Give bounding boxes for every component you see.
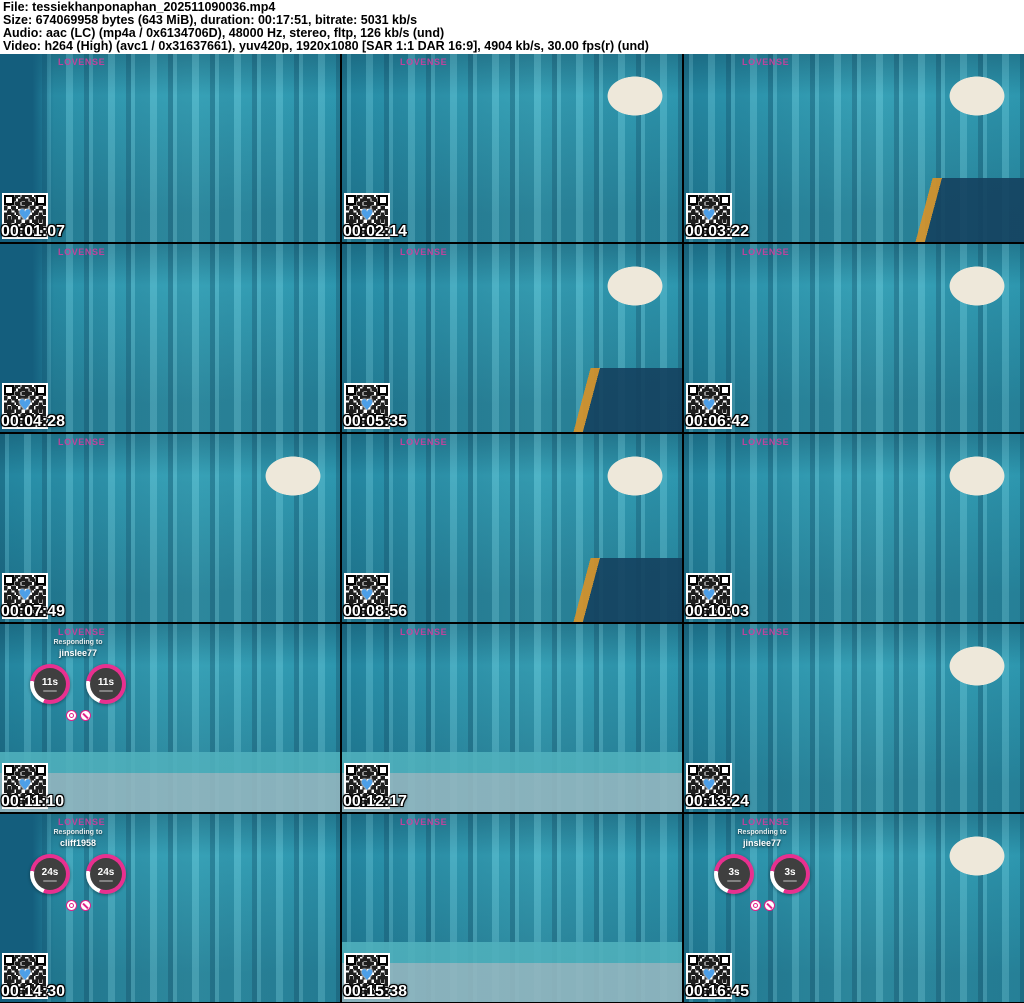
timestamp-label: 00:12:17	[343, 793, 408, 810]
timestamp-label: 00:01:07	[1, 223, 66, 240]
responding-label: Responding to	[53, 829, 103, 836]
responding-label: Responding to	[737, 829, 787, 836]
thumbnail-grid: LOVENSE ♥ 00:01:07 LOVENSE ♥ 00:02:14 LOVENSE ♥…	[0, 54, 1024, 1002]
lovense-mute-icon	[763, 900, 775, 911]
timer-badges: 24s 24s	[30, 854, 126, 894]
timer-seconds: 24s	[90, 858, 122, 890]
responding-username: jinslee77	[58, 648, 98, 658]
timer-seconds: 11s	[90, 668, 122, 700]
video-thumbnail: LOVENSE ♥ 00:01:07	[0, 54, 340, 242]
heart-icon: ♥	[702, 965, 716, 984]
video-thumbnail: LOVENSE ♥ 00:02:14	[342, 54, 682, 242]
video-thumbnail: LOVENSE Responding to jinslee77 11s 11s ♥ 00:1…	[0, 624, 340, 812]
video-thumbnail: LOVENSE ♥ 00:10:03	[684, 434, 1024, 622]
heart-icon: ♥	[18, 965, 32, 984]
timestamp-label: 00:02:14	[343, 223, 408, 240]
timer-seconds: 3s	[774, 858, 806, 890]
lovense-watermark: LOVENSE	[400, 817, 448, 827]
lovense-watermark: LOVENSE	[400, 57, 448, 67]
lovense-target-icon	[65, 900, 77, 911]
media-info-header: File: tessiekhanponaphan_202511090036.mp…	[0, 0, 1024, 54]
lovense-timer-badge: 3s	[714, 854, 754, 894]
video-thumbnail: LOVENSE ♥ 00:13:24	[684, 624, 1024, 812]
mini-icons	[749, 900, 775, 911]
heart-icon: ♥	[702, 775, 716, 794]
heart-icon: ♥	[18, 775, 32, 794]
video-thumbnail: LOVENSE Responding to cliff1958 24s 24s ♥ 00:1…	[0, 814, 340, 1002]
timer-seconds: 24s	[34, 858, 66, 890]
video-thumbnail: LOVENSE ♥ 00:03:22	[684, 54, 1024, 242]
lovense-watermark: LOVENSE	[58, 247, 106, 257]
lovense-watermark: LOVENSE	[400, 627, 448, 637]
mini-icons	[65, 900, 91, 911]
video-thumbnail: LOVENSE ♥ 00:15:38	[342, 814, 682, 1002]
timestamp-label: 00:04:28	[1, 413, 66, 430]
video-info-line: Video: h264 (High) (avc1 / 0x31637661), …	[3, 39, 649, 53]
lovense-target-icon	[749, 900, 761, 911]
lovense-watermark: LOVENSE	[58, 817, 106, 827]
timestamp-label: 00:07:49	[1, 603, 66, 620]
lovense-watermark: LOVENSE	[400, 437, 448, 447]
timestamp-label: 00:15:38	[343, 983, 408, 1000]
lovense-watermark: LOVENSE	[742, 627, 790, 637]
lovense-watermark: LOVENSE	[400, 247, 448, 257]
heart-icon: ♥	[360, 965, 374, 984]
video-thumbnail: LOVENSE ♥ 00:07:49	[0, 434, 340, 622]
lovense-overlay: Responding to jinslee77 11s 11s	[8, 639, 148, 721]
heart-icon: ♥	[360, 205, 374, 224]
timestamp-label: 00:16:45	[685, 983, 750, 1000]
lovense-timer-badge: 24s	[86, 854, 126, 894]
lovense-watermark: LOVENSE	[58, 627, 106, 637]
lovense-mute-icon	[79, 710, 91, 721]
heart-icon: ♥	[360, 775, 374, 794]
responding-username: jinslee77	[742, 838, 782, 848]
lovense-watermark: LOVENSE	[742, 57, 790, 67]
heart-icon: ♥	[360, 395, 374, 414]
lovense-timer-badge: 24s	[30, 854, 70, 894]
timestamp-label: 00:10:03	[685, 603, 750, 620]
heart-icon: ♥	[360, 585, 374, 604]
lovense-target-icon	[65, 710, 77, 721]
responding-username: cliff1958	[59, 838, 97, 848]
timestamp-label: 00:08:56	[343, 603, 408, 620]
timestamp-label: 00:14:30	[1, 983, 66, 1000]
lovense-timer-badge: 11s	[30, 664, 70, 704]
video-thumbnail: LOVENSE Responding to jinslee77 3s 3s ♥ 00:16:…	[684, 814, 1024, 1002]
video-thumbnail: LOVENSE ♥ 00:05:35	[342, 244, 682, 432]
heart-icon: ♥	[702, 205, 716, 224]
heart-icon: ♥	[18, 205, 32, 224]
heart-icon: ♥	[18, 395, 32, 414]
lovense-overlay: Responding to cliff1958 24s 24s	[8, 829, 148, 911]
timestamp-label: 00:11:10	[1, 793, 65, 810]
lovense-watermark: LOVENSE	[742, 247, 790, 257]
lovense-watermark: LOVENSE	[742, 437, 790, 447]
timer-badges: 11s 11s	[30, 664, 126, 704]
video-thumbnail: LOVENSE ♥ 00:12:17	[342, 624, 682, 812]
lovense-overlay: Responding to jinslee77 3s 3s	[692, 829, 832, 911]
timestamp-label: 00:03:22	[685, 223, 750, 240]
lovense-watermark: LOVENSE	[58, 57, 106, 67]
timer-badges: 3s 3s	[714, 854, 810, 894]
heart-icon: ♥	[702, 585, 716, 604]
video-thumbnail: LOVENSE ♥ 00:04:28	[0, 244, 340, 432]
video-thumbnail: LOVENSE ♥ 00:06:42	[684, 244, 1024, 432]
video-thumbnail: LOVENSE ♥ 00:08:56	[342, 434, 682, 622]
timestamp-label: 00:13:24	[685, 793, 750, 810]
lovense-mute-icon	[79, 900, 91, 911]
heart-icon: ♥	[18, 585, 32, 604]
timestamp-label: 00:05:35	[343, 413, 408, 430]
timestamp-label: 00:06:42	[685, 413, 750, 430]
lovense-watermark: LOVENSE	[742, 817, 790, 827]
mini-icons	[65, 710, 91, 721]
timer-seconds: 11s	[34, 668, 66, 700]
lovense-timer-badge: 3s	[770, 854, 810, 894]
lovense-watermark: LOVENSE	[58, 437, 106, 447]
lovense-timer-badge: 11s	[86, 664, 126, 704]
timer-seconds: 3s	[718, 858, 750, 890]
heart-icon: ♥	[702, 395, 716, 414]
responding-label: Responding to	[53, 639, 103, 646]
